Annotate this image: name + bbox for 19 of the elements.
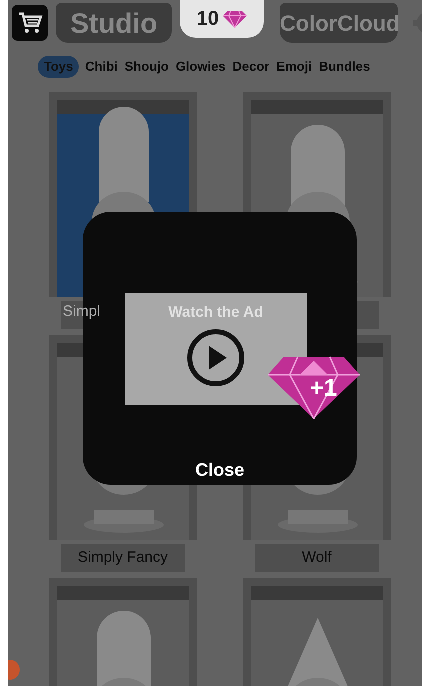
category-tab[interactable]: Glowies xyxy=(174,56,227,78)
cart-icon[interactable] xyxy=(12,5,48,41)
gem-icon xyxy=(223,10,248,28)
gem-count: 10 xyxy=(196,7,220,32)
category-tab[interactable]: Bundles xyxy=(318,56,372,78)
colorcloud-button[interactable]: ColorCloud xyxy=(280,3,398,43)
play-icon xyxy=(187,328,245,386)
category-tab[interactable]: Chibi xyxy=(84,56,119,78)
studio-button[interactable]: Studio xyxy=(56,3,172,43)
shelf-label: Simply Fancy xyxy=(78,548,168,568)
category-tab[interactable]: Decor xyxy=(232,56,271,78)
category-tab[interactable]: Shoujo xyxy=(124,56,170,78)
reward-label: +1 xyxy=(310,374,338,404)
gem-icon xyxy=(268,355,360,419)
category-tab[interactable]: Emoji xyxy=(276,56,314,78)
shelf-label: Wolf xyxy=(302,548,332,568)
watch-ad-button[interactable]: Watch the Ad xyxy=(125,293,307,405)
close-button[interactable]: Close xyxy=(185,457,255,481)
category-tab[interactable]: Toys xyxy=(38,56,80,78)
